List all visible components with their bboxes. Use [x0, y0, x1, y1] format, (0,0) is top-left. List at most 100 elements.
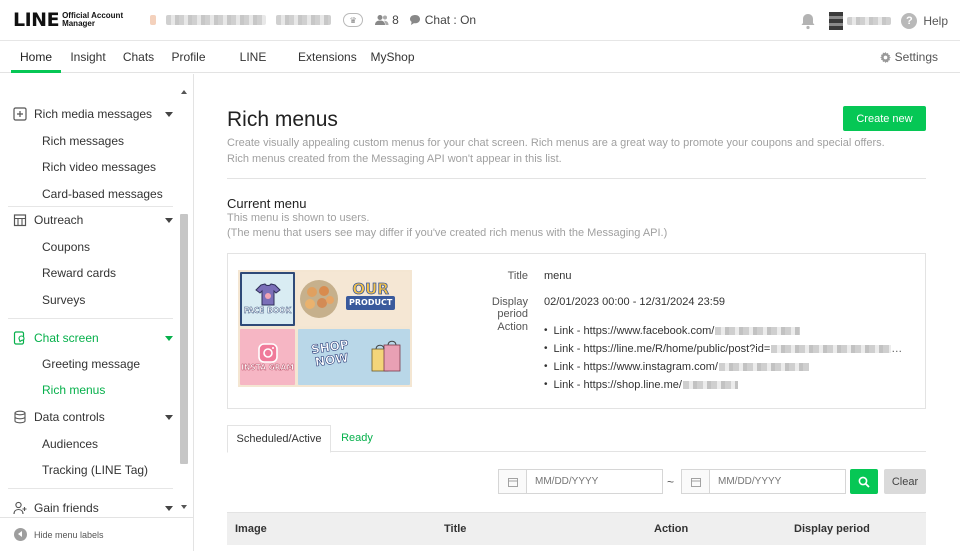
product-tile-label: PRODUCT: [346, 296, 396, 310]
redacted-text: [715, 327, 801, 335]
scroll-up-arrow-icon[interactable]: [181, 90, 187, 94]
action-link[interactable]: Link - https://www.facebook.com/: [554, 322, 715, 340]
list-item: Link - https://shop.line.me/: [544, 376, 902, 394]
shopping-bags-icon: [371, 340, 401, 372]
calendar-icon[interactable]: [682, 470, 710, 493]
tab-chats[interactable]: Chats: [121, 41, 156, 73]
app-logo[interactable]: LINE Official Account Manager: [13, 9, 124, 31]
current-menu-subtitle: This menu is shown to users.: [227, 212, 370, 224]
menu-title-value: menu: [544, 270, 572, 282]
product-tile: OUR PRODUCT: [298, 272, 410, 326]
action-link-list: Link - https://www.facebook.com/ Link - …: [544, 322, 903, 394]
current-menu-heading: Current menu: [227, 196, 307, 211]
start-date-field[interactable]: [498, 469, 663, 494]
scroll-down-arrow-icon[interactable]: [181, 505, 187, 509]
hide-menu-labels-toggle[interactable]: Hide menu labels: [0, 517, 194, 551]
action-link[interactable]: Link - https://www.instagram.com/: [554, 358, 718, 376]
scrollbar-thumb[interactable]: [180, 214, 188, 464]
product-tile-our: OUR: [352, 280, 389, 298]
tab-insight[interactable]: Insight: [68, 41, 108, 73]
tab-line-voom[interactable]: LINE VOOM: [222, 41, 284, 96]
sidebar-item-tracking[interactable]: Tracking (LINE Tag): [42, 463, 148, 477]
logo-subtitle: Official Account Manager: [62, 10, 124, 28]
gear-icon: [879, 51, 891, 63]
sidebar-item-card-based-messages[interactable]: Card-based messages: [42, 187, 163, 201]
sidebar-scrollbar[interactable]: [180, 84, 189, 514]
table-header: Image Title Action Display period: [227, 512, 926, 545]
user-avatar[interactable]: [829, 11, 844, 30]
search-button[interactable]: [850, 469, 878, 494]
chevron-down-icon: [165, 414, 173, 420]
end-date-input[interactable]: [718, 476, 828, 487]
calendar-icon[interactable]: [499, 470, 527, 493]
sidebar-item-rich-messages[interactable]: Rich messages: [42, 134, 124, 148]
chat-status[interactable]: Chat : On: [409, 13, 476, 27]
sidebar-group-label: Data controls: [34, 410, 105, 424]
sidebar-menu: Rich media messages Rich messages Rich v…: [0, 74, 194, 517]
help-icon[interactable]: ?: [901, 12, 918, 29]
tab-myshop[interactable]: MyShop: [370, 41, 415, 73]
clear-button[interactable]: Clear: [884, 469, 926, 494]
action-link[interactable]: Link - https://line.me/R/home/public/pos…: [554, 340, 771, 358]
create-new-button[interactable]: Create new: [843, 106, 926, 131]
list-item: Link - https://www.instagram.com/: [544, 358, 902, 376]
sidebar-divider: [8, 206, 173, 207]
menu-details: Title menu Display period 02/01/2023 00:…: [460, 254, 920, 410]
list-item: Link - https://line.me/R/home/public/pos…: [544, 340, 903, 358]
add-friend-icon: [13, 501, 27, 515]
account-name-redacted: [166, 15, 267, 25]
start-date-input[interactable]: [535, 476, 645, 487]
settings-label: Settings: [894, 50, 938, 64]
top-bar: LINE Official Account Manager ♛ 8 Chat :…: [0, 0, 960, 41]
redacted-text: [682, 381, 738, 389]
sidebar-group-chat-screen[interactable]: Chat screen: [13, 331, 173, 345]
notification-bell-icon[interactable]: [799, 12, 817, 30]
friends-count-value: 8: [392, 13, 399, 27]
friends-count: 8: [375, 13, 399, 27]
tab-ready[interactable]: Ready: [331, 425, 383, 453]
sidebar-group-gain-friends[interactable]: Gain friends: [13, 501, 173, 515]
menu-action-label: Action: [497, 321, 528, 333]
tshirt-icon: [254, 283, 281, 306]
sidebar-item-reward-cards[interactable]: Reward cards: [42, 266, 116, 280]
chevron-down-icon: [165, 217, 173, 223]
help-link[interactable]: Help: [923, 14, 948, 28]
sidebar-group-data-controls[interactable]: Data controls: [13, 410, 173, 424]
tab-extensions[interactable]: Extensions: [298, 41, 357, 73]
menu-title-label: Title: [507, 270, 528, 282]
action-link[interactable]: Link - https://shop.line.me/: [554, 376, 682, 394]
sidebar-item-greeting-message[interactable]: Greeting message: [42, 357, 140, 371]
outreach-icon: [13, 214, 27, 227]
account-id-redacted: [276, 15, 332, 25]
sidebar-item-rich-menus[interactable]: Rich menus: [42, 383, 105, 397]
chat-bubble-icon: [409, 15, 420, 25]
main-nav: Home Insight Chats Profile LINE VOOM Ext…: [0, 41, 960, 96]
tab-scheduled-active[interactable]: Scheduled/Active: [227, 425, 331, 453]
sidebar-group-label: Rich media messages: [34, 107, 153, 121]
account-icon: [150, 15, 157, 25]
sidebar-item-coupons[interactable]: Coupons: [42, 240, 90, 254]
status-tabs: Scheduled/Active Ready: [227, 425, 926, 453]
account-selector[interactable]: [150, 15, 332, 25]
rich-menu-thumbnail[interactable]: FACE BOOK OUR PRODUCT INSTA GRAM SHOP NO…: [238, 270, 412, 387]
end-date-field[interactable]: [681, 469, 846, 494]
current-menu-note: (The menu that users see may differ if y…: [227, 227, 668, 239]
sidebar: Rich media messages Rich messages Rich v…: [0, 74, 194, 551]
sidebar-item-audiences[interactable]: Audiences: [42, 437, 98, 451]
sidebar-divider: [8, 318, 173, 319]
settings-link[interactable]: Settings: [879, 41, 938, 73]
tab-home[interactable]: Home: [11, 41, 61, 73]
menu-period-row: Display period 02/01/2023 00:00 - 12/31/…: [460, 296, 725, 320]
sidebar-group-rich-media[interactable]: Rich media messages: [13, 107, 173, 121]
divider: [227, 178, 926, 179]
menu-period-label: Display period: [491, 296, 528, 320]
sidebar-item-surveys[interactable]: Surveys: [42, 293, 85, 307]
menu-period-value: 02/01/2023 00:00 - 12/31/2024 23:59: [544, 296, 726, 308]
current-menu-card: FACE BOOK OUR PRODUCT INSTA GRAM SHOP NO…: [227, 253, 926, 409]
search-icon: [858, 476, 870, 488]
sidebar-group-outreach[interactable]: Outreach: [13, 213, 173, 227]
sidebar-group-label: Chat screen: [34, 331, 99, 345]
column-header-display-period: Display period: [794, 523, 870, 535]
tab-profile[interactable]: Profile: [170, 41, 207, 73]
sidebar-item-rich-video-messages[interactable]: Rich video messages: [42, 160, 156, 174]
